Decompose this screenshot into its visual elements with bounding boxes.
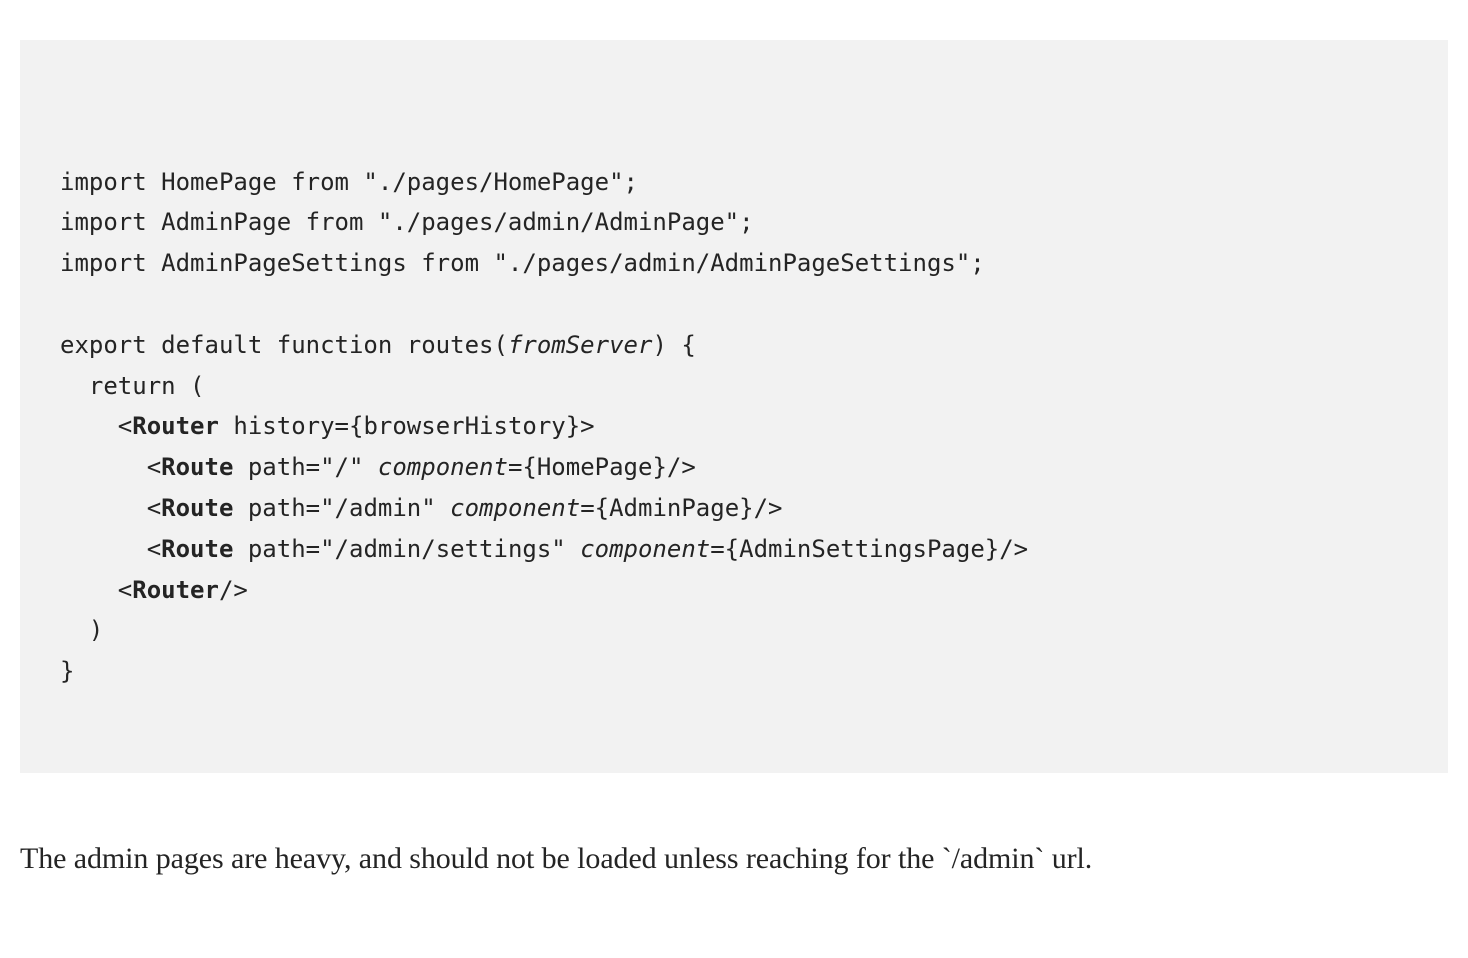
prose-text: The admin pages are heavy, and should no… xyxy=(20,842,1092,875)
code-block: import HomePage from "./pages/HomePage";… xyxy=(20,40,1448,773)
prose-paragraph: The admin pages are heavy, and should no… xyxy=(20,833,1448,884)
code-content: import HomePage from "./pages/HomePage";… xyxy=(60,162,1418,692)
